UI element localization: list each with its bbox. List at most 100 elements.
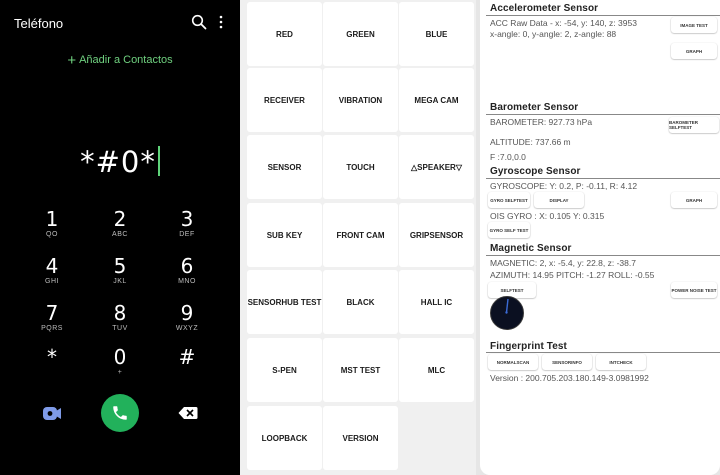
app-title: Teléfono [14, 16, 64, 31]
backspace-icon[interactable] [178, 406, 198, 420]
dial-key-letters: GHI [45, 278, 59, 285]
test-tile-black[interactable]: BLACK [323, 270, 398, 334]
call-button[interactable] [101, 394, 139, 432]
test-tile-mlc[interactable]: MLC [399, 338, 474, 402]
dial-key-9[interactable]: 9 WXYZ [157, 302, 217, 346]
test-tile-s-pen[interactable]: S-PEN [247, 338, 322, 402]
test-tile-red[interactable]: RED [247, 2, 322, 66]
dialed-number-display[interactable]: *#0* [0, 145, 240, 179]
test-tile-mst-test[interactable]: MST TEST [323, 338, 398, 402]
divider [486, 255, 720, 256]
acc-angles: x-angle: 0, y-angle: 2, z-angle: 88 [490, 29, 617, 39]
divider [486, 178, 720, 179]
dial-key-letters: + [117, 369, 123, 376]
gyroscope-value: GYROSCOPE: Y: 0.2, P: -0.11, R: 4.12 [490, 181, 638, 191]
test-tile-version[interactable]: VERSION [323, 406, 398, 470]
plus-icon: + [67, 52, 77, 69]
dial-key-8[interactable]: 8 TUV [90, 302, 150, 346]
ois-gyro-value: OIS GYRO : X: 0.105 Y: 0.315 [490, 211, 605, 221]
normalscan-button[interactable]: NORMALSCAN [488, 354, 538, 370]
fingerprint-version: Version : 200.705.203.180.149-3.0981992 [490, 373, 649, 383]
test-tile-sub-key[interactable]: SUB KEY [247, 203, 322, 267]
gyro-display-button[interactable]: DISPLAY [534, 192, 584, 208]
fingerprint-heading: Fingerprint Test [490, 341, 567, 352]
test-tile-hall-ic[interactable]: HALL IC [399, 270, 474, 334]
dial-key-letters: QO [46, 231, 58, 238]
dial-key-letters: MNO [178, 278, 196, 285]
search-icon[interactable] [191, 14, 207, 30]
more-vert-icon[interactable] [216, 14, 226, 30]
dial-key-digit: 2 [113, 207, 127, 231]
compass-needle-icon [505, 298, 509, 314]
magnetic-selftest-button[interactable]: SELFTEST [488, 282, 536, 298]
dial-key-1[interactable]: 1 QO [22, 208, 82, 252]
dial-key-digit: 4 [45, 254, 59, 278]
test-tile-speaker[interactable]: △SPEAKER▽ [399, 135, 474, 199]
test-tile-loopback[interactable]: LOOPBACK [247, 406, 322, 470]
test-tile-sensor[interactable]: SENSOR [247, 135, 322, 199]
dial-key-5[interactable]: 5 JKL [90, 255, 150, 299]
sensor-test-panel: Accelerometer Sensor ACC Raw Data - x: -… [476, 0, 720, 475]
screen: Teléfono + Añadir a Contactos *#0* 1 QO 2A… [0, 0, 720, 475]
dialer-panel: Teléfono + Añadir a Contactos *#0* 1 QO 2A… [0, 0, 240, 475]
gyro-self-test-button[interactable]: GYRO SELF TEST [488, 222, 530, 238]
gyroscope-heading: Gyroscope Sensor [490, 166, 581, 177]
dial-key-4[interactable]: 4 GHI [22, 255, 82, 299]
dial-key-letters: TUV [112, 325, 128, 332]
dial-key-digit: 3 [180, 207, 194, 231]
test-tile-gripsensor[interactable]: GRIPSENSOR [399, 203, 474, 267]
dial-key-letters: DEF [179, 231, 195, 238]
dial-key-letters: WXYZ [175, 325, 199, 332]
dial-key-digit: 8 [113, 301, 127, 325]
dial-key-7[interactable]: 7 PQRS [22, 302, 82, 346]
barometer-selftest-button[interactable]: BAROMETER SELFTEST [669, 117, 719, 133]
test-tile-blue[interactable]: BLUE [399, 2, 474, 66]
text-cursor [157, 146, 160, 176]
video-call-icon[interactable] [42, 403, 62, 423]
dial-key-digit: 1 [45, 207, 59, 231]
test-menu-grid: RED GREEN BLUE RECEIVER VIBRATION MEGA C… [240, 0, 476, 475]
accelerometer-heading: Accelerometer Sensor [490, 3, 599, 14]
dial-key-digit: 0 [113, 345, 127, 369]
test-tile-green[interactable]: GREEN [323, 2, 398, 66]
test-tile-mega-cam[interactable]: MEGA CAM [399, 68, 474, 132]
barometer-heading: Barometer Sensor [490, 102, 579, 113]
acc-graph-button[interactable]: GRAPH [671, 43, 717, 59]
divider [486, 352, 720, 353]
dial-key-star[interactable]: * [22, 346, 82, 390]
test-tile-vibration[interactable]: VIBRATION [323, 68, 398, 132]
sensor-sheet: Accelerometer Sensor ACC Raw Data - x: -… [480, 0, 720, 475]
test-tile-touch[interactable]: TOUCH [323, 135, 398, 199]
altitude-value: ALTITUDE: 737.66 m [490, 137, 571, 147]
dial-key-hash[interactable]: # [157, 346, 217, 390]
dial-key-digit: 6 [180, 254, 194, 278]
test-tile-receiver[interactable]: RECEIVER [247, 68, 322, 132]
dial-key-0[interactable]: 0 + [90, 346, 150, 390]
add-to-contacts-label: Añadir a Contactos [79, 54, 173, 66]
dial-key-6[interactable]: 6 MNO [157, 255, 217, 299]
azimuth-pitch-roll: AZIMUTH: 14.95 PITCH: -1.27 ROLL: -0.55 [490, 270, 655, 280]
acc-raw-data: ACC Raw Data - x: -54, y: 140, z: 3953 [490, 18, 637, 28]
barometer-value: BAROMETER: 927.73 hPa [490, 117, 593, 127]
gyro-selftest-button[interactable]: GYRO SELFTEST [488, 192, 530, 208]
add-to-contacts-link[interactable]: + Añadir a Contactos [0, 52, 240, 69]
magnetic-value: MAGNETIC: 2, x: -5.4, y: 22.8, z: -38.7 [490, 258, 636, 268]
dial-key-digit: * [47, 345, 57, 369]
intcheck-button[interactable]: INTCHECK [596, 354, 646, 370]
gyro-graph-button[interactable]: GRAPH [671, 192, 717, 208]
magnetic-heading: Magnetic Sensor [490, 243, 572, 254]
power-noise-test-button[interactable]: POWER NOISE TEST [671, 282, 717, 298]
dial-key-digit: 5 [113, 254, 127, 278]
dial-key-3[interactable]: 3 DEF [157, 208, 217, 252]
test-tile-front-cam[interactable]: FRONT CAM [323, 203, 398, 267]
dial-key-letters: ABC [112, 231, 128, 238]
phone-icon [113, 406, 127, 420]
test-tile-sensorhub-test[interactable]: SENSORHUB TEST [247, 270, 322, 334]
image-test-button[interactable]: IMAGE TEST [671, 17, 717, 33]
barometer-f-value: F :7.0,0.0 [490, 152, 526, 162]
dial-key-letters: JKL [113, 278, 127, 285]
dial-key-digit: 7 [45, 301, 59, 325]
dial-key-letters: PQRS [41, 325, 63, 332]
sensorinfo-button[interactable]: SENSORINFO [542, 354, 592, 370]
dial-key-2[interactable]: 2 ABC [90, 208, 150, 252]
